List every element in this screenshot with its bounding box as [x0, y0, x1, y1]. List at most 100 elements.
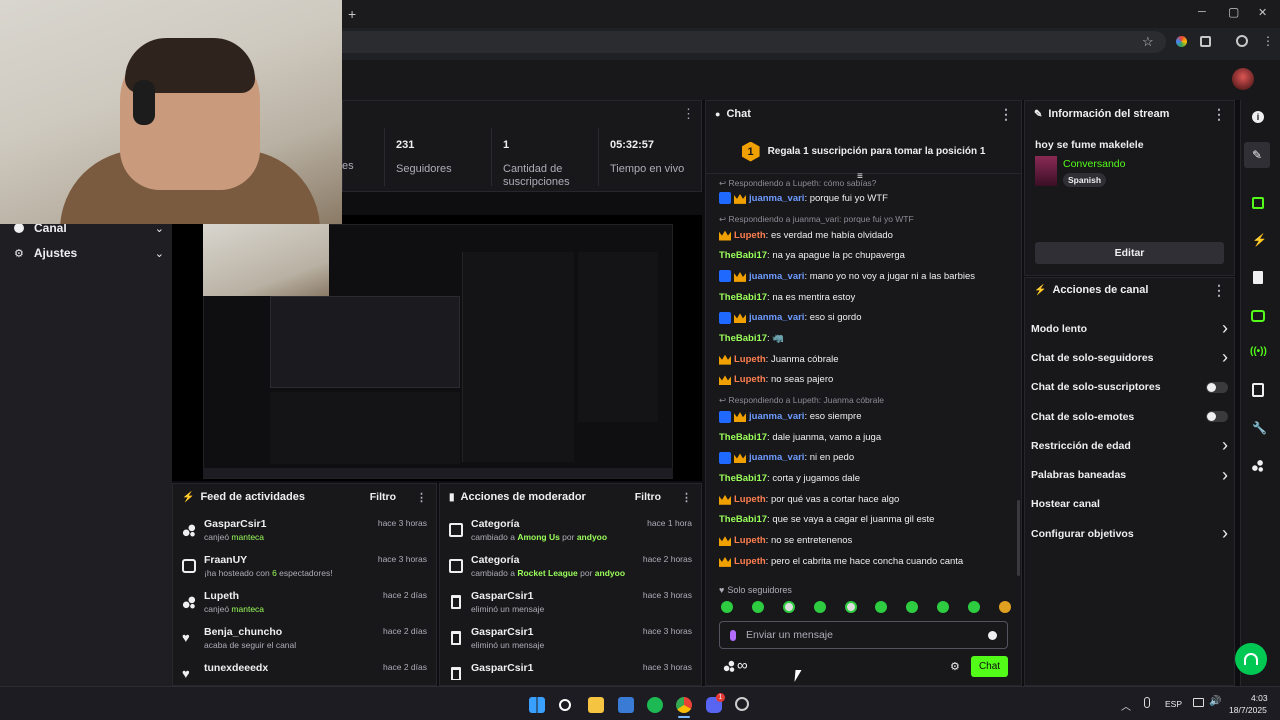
stream-info-menu-icon[interactable]: ⋮ — [1212, 106, 1226, 123]
bookmark-star-icon[interactable]: ☆ — [1142, 34, 1154, 50]
list-item[interactable]: Lupeth canjeó manteca hace 2 días — [172, 590, 437, 626]
spotify-icon[interactable] — [647, 697, 663, 713]
chat-username[interactable]: Lupeth — [734, 230, 766, 241]
emote-icon[interactable] — [751, 601, 764, 613]
window-close-button[interactable]: ✕ — [1258, 6, 1267, 19]
sidebar-item-ajustes[interactable]: ⚙ Ajustes ⌄ — [14, 245, 164, 261]
chat-username[interactable]: Lupeth — [734, 374, 766, 385]
chat-username[interactable]: TheBabi17 — [719, 250, 767, 261]
emote-icon[interactable] — [937, 601, 950, 613]
chat-username[interactable]: juanma_vari — [749, 193, 804, 204]
chat-username[interactable]: juanma_vari — [749, 411, 804, 422]
layout-icon[interactable] — [1252, 383, 1264, 397]
chat-username[interactable]: Lupeth — [734, 556, 766, 567]
emote-icon[interactable] — [813, 601, 826, 613]
chrome-icon[interactable] — [676, 697, 692, 713]
emote-icon[interactable] — [998, 601, 1011, 613]
toggle-switch[interactable] — [1206, 381, 1228, 393]
info-icon[interactable]: i — [1252, 111, 1264, 123]
window-maximize-button[interactable]: ▢ — [1228, 5, 1239, 19]
channel-action-item[interactable]: Palabras baneadas › — [1031, 460, 1228, 489]
emote-icon[interactable] — [906, 601, 919, 613]
stats-panel-menu-icon[interactable]: ⋮ — [682, 106, 695, 122]
chat-rail-icon[interactable] — [1251, 310, 1265, 322]
address-bar[interactable] — [342, 31, 1166, 53]
chat-username[interactable]: juanma_vari — [749, 452, 804, 463]
store-icon[interactable] — [618, 697, 634, 713]
list-item[interactable]: FraanUY ¡ha hosteado con 6 espectadores!… — [172, 554, 437, 590]
toggle-switch[interactable] — [1206, 411, 1228, 423]
channel-action-item[interactable]: Chat de solo-suscriptores — [1031, 373, 1228, 402]
chat-username[interactable]: TheBabi17 — [719, 473, 767, 484]
emoji-icon[interactable] — [988, 630, 997, 640]
emote-icon[interactable] — [721, 601, 733, 613]
emote-icon[interactable] — [968, 601, 980, 613]
list-item[interactable]: Categoría cambiado a Among Us por andyoo… — [439, 518, 702, 554]
windows-start-icon[interactable] — [529, 697, 545, 713]
mic-tray-icon[interactable] — [1144, 697, 1150, 708]
language-indicator[interactable]: ESP — [1165, 699, 1182, 709]
emote-icon[interactable] — [875, 601, 888, 613]
list-item[interactable]: GasparCsir1 eliminó un mensaje hace 3 ho… — [439, 590, 702, 626]
wrench-icon[interactable]: 🔧 — [1252, 421, 1267, 435]
chat-username[interactable]: Lupeth — [734, 494, 766, 505]
volume-icon[interactable]: 🔊 — [1209, 696, 1221, 707]
extension-icon[interactable] — [1176, 36, 1187, 47]
help-fab-button[interactable] — [1235, 643, 1267, 675]
chat-username[interactable]: Lupeth — [734, 535, 766, 546]
app-icon[interactable] — [735, 697, 749, 711]
mod-filter-button[interactable]: Filtro — [635, 491, 661, 503]
activity-filter-button[interactable]: Filtro — [370, 491, 396, 503]
channel-action-item[interactable]: Chat de solo-seguidores › — [1031, 343, 1228, 372]
emote-icon[interactable] — [782, 601, 795, 613]
search-icon[interactable] — [559, 699, 571, 711]
chat-username[interactable]: TheBabi17 — [719, 292, 767, 303]
chat-settings-icon[interactable]: ⚙ — [950, 660, 960, 673]
profile-icon[interactable] — [1236, 35, 1248, 47]
document-icon[interactable] — [1253, 271, 1263, 284]
chat-username[interactable]: Lupeth — [734, 577, 766, 578]
points-rail-icon[interactable] — [1251, 459, 1264, 472]
edit-icon[interactable]: ✎ — [1244, 142, 1270, 168]
bolt-rail-icon[interactable]: ⚡ — [1252, 233, 1267, 247]
file-explorer-icon[interactable] — [588, 697, 604, 713]
channel-action-item[interactable]: Modo lento › — [1031, 314, 1228, 343]
window-minimize-button[interactable]: ─ — [1198, 6, 1206, 18]
chat-username[interactable]: juanma_vari — [749, 312, 804, 323]
chat-username[interactable]: juanma_vari — [749, 271, 804, 282]
list-item[interactable]: GasparCsir1 canjeó manteca hace 3 horas — [172, 518, 437, 554]
channel-actions-menu-icon[interactable]: ⋮ — [1212, 282, 1226, 299]
list-item[interactable]: ♥ tunexdeeedx hace 2 días — [172, 662, 437, 680]
points-icon[interactable] — [723, 660, 735, 672]
channel-action-item[interactable]: Chat de solo-emotes — [1031, 402, 1228, 431]
emote-icon[interactable] — [844, 601, 857, 613]
mic-icon[interactable] — [730, 629, 736, 641]
channel-action-item[interactable]: Restricción de edad › — [1031, 431, 1228, 460]
pinned-gift-banner[interactable]: 1 Regala 1 suscripción para tomar la pos… — [705, 130, 1022, 174]
chat-scrollbar[interactable] — [1017, 500, 1020, 576]
chat-username[interactable]: TheBabi17 — [719, 514, 767, 525]
chat-send-button[interactable]: Chat — [971, 656, 1008, 677]
puzzle-extensions-icon[interactable] — [1200, 36, 1211, 47]
chevron-up-icon[interactable]: ︿ — [1121, 698, 1131, 713]
broadcast-icon[interactable]: ((•)) — [1250, 346, 1267, 357]
user-avatar[interactable] — [1232, 68, 1254, 90]
browser-menu-icon[interactable]: ⋮ — [1262, 34, 1274, 48]
channel-action-item[interactable]: Configurar objetivos › — [1031, 519, 1228, 548]
chat-input[interactable]: Enviar un mensaje — [719, 621, 1008, 649]
list-item[interactable]: GasparCsir1 eliminó un mensaje hace 3 ho… — [439, 626, 702, 662]
mod-actions-menu-icon[interactable]: ⋮ — [681, 491, 692, 504]
list-item[interactable]: GasparCsir1 hace 3 horas — [439, 662, 702, 680]
chat-username[interactable]: TheBabi17 — [719, 432, 767, 443]
chat-menu-icon[interactable]: ⋮ — [999, 106, 1013, 123]
edit-stream-button[interactable]: Editar — [1035, 242, 1224, 264]
clock-time[interactable]: 4:03 — [1251, 693, 1268, 703]
chat-username[interactable]: TheBabi17 — [719, 333, 767, 344]
clock-date[interactable]: 18/7/2025 — [1229, 705, 1267, 715]
clip-icon[interactable] — [1252, 197, 1264, 209]
chat-username[interactable]: Lupeth — [734, 354, 766, 365]
new-tab-button[interactable]: + — [348, 6, 356, 22]
activity-feed-menu-icon[interactable]: ⋮ — [416, 491, 427, 504]
list-item[interactable]: ♥ Benja_chuncho acaba de seguir el canal… — [172, 626, 437, 662]
network-icon[interactable] — [1193, 698, 1204, 707]
